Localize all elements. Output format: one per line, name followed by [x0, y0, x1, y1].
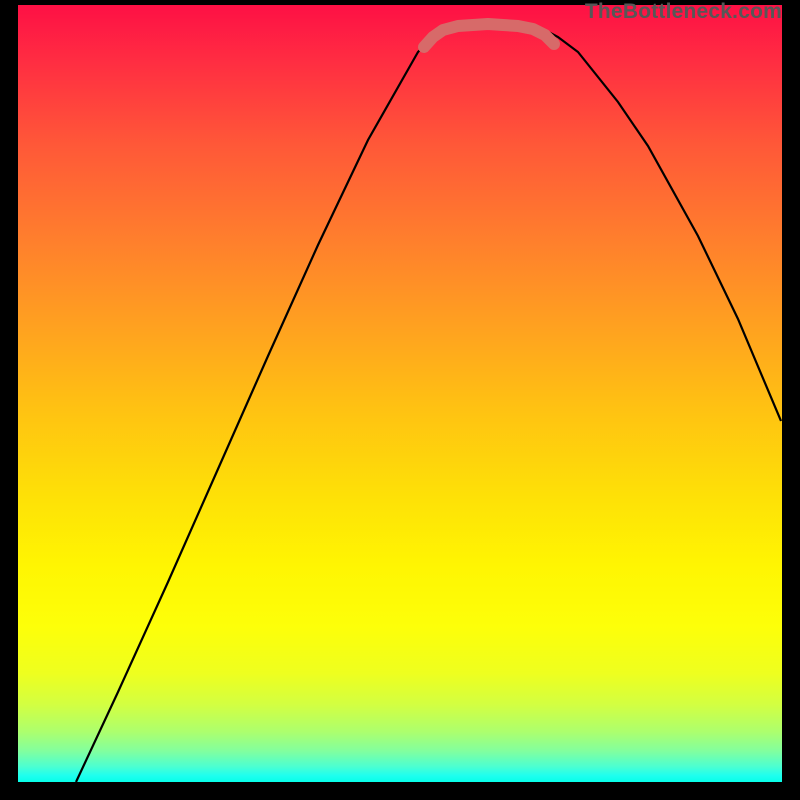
- chart-frame: TheBottleneck.com: [18, 5, 782, 782]
- valley-highlight: [424, 24, 554, 47]
- curve-svg: [18, 5, 782, 782]
- main-curve: [76, 24, 781, 782]
